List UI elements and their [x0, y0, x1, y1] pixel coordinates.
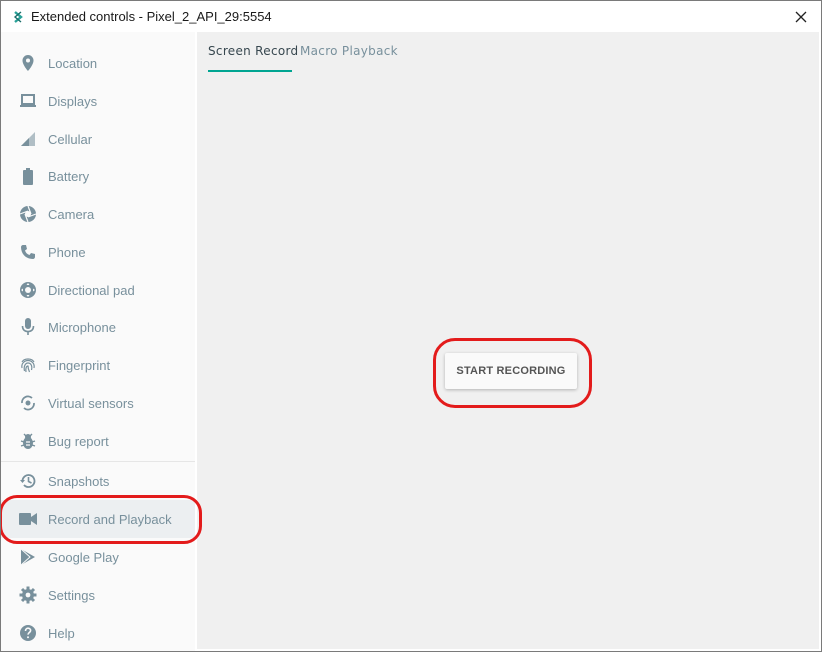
sidebar-item-label: Microphone	[48, 319, 116, 335]
google-play-icon	[19, 548, 37, 566]
virtual-sensors-icon	[19, 394, 37, 412]
sidebar-item-label: Directional pad	[48, 282, 135, 298]
sidebar-item-displays[interactable]: Displays	[1, 82, 195, 120]
sidebar-item-bug-report[interactable]: Bug report	[1, 422, 195, 460]
window-title: Extended controls - Pixel_2_API_29:5554	[31, 9, 272, 24]
dpad-icon	[19, 281, 37, 299]
sidebar-item-label: Snapshots	[48, 473, 110, 489]
sidebar-item-label: Displays	[48, 93, 98, 109]
help-icon	[19, 624, 37, 642]
sidebar-item-cellular[interactable]: Cellular	[1, 120, 195, 158]
history-icon	[19, 472, 37, 490]
sidebar-item-label: Settings	[48, 587, 95, 603]
close-icon	[795, 11, 807, 22]
display-icon	[19, 92, 37, 110]
tab-label: Screen Record	[208, 44, 299, 58]
sidebar-item-snapshots[interactable]: Snapshots	[1, 462, 195, 500]
sidebar-item-google-play[interactable]: Google Play	[1, 538, 195, 576]
sidebar: Location Displays Cellular Battery Camer	[1, 32, 195, 651]
bug-icon	[19, 432, 37, 450]
camera-aperture-icon	[19, 205, 37, 223]
video-camera-icon	[19, 510, 37, 528]
phone-icon	[19, 243, 37, 261]
sidebar-item-camera[interactable]: Camera	[1, 195, 195, 233]
record-playback-panel: Screen Record Macro Playback START RECOR…	[197, 32, 819, 649]
sidebar-item-label: Camera	[48, 206, 95, 222]
battery-icon	[19, 167, 37, 185]
start-recording-button[interactable]: START RECORDING	[445, 353, 577, 389]
active-tab-indicator	[208, 70, 292, 72]
sidebar-item-label: Cellular	[48, 131, 93, 147]
gear-icon	[19, 586, 37, 604]
sidebar-item-label: Battery	[48, 168, 90, 184]
sidebar-item-directional-pad[interactable]: Directional pad	[1, 271, 195, 309]
sidebar-item-fingerprint[interactable]: Fingerprint	[1, 346, 195, 384]
sidebar-item-location[interactable]: Location	[1, 44, 195, 82]
tab-macro-playback[interactable]: Macro Playback	[300, 44, 398, 74]
sidebar-item-label: Help	[48, 625, 75, 641]
fingerprint-icon	[19, 356, 37, 374]
tab-label: Macro Playback	[300, 44, 398, 58]
sidebar-item-virtual-sensors[interactable]: Virtual sensors	[1, 384, 195, 422]
sidebar-item-label: Google Play	[48, 549, 119, 565]
location-pin-icon	[19, 54, 37, 72]
close-button[interactable]	[781, 1, 821, 32]
sidebar-item-label: Location	[48, 55, 98, 71]
sidebar-item-label: Bug report	[48, 433, 109, 449]
sidebar-item-phone[interactable]: Phone	[1, 233, 195, 271]
sidebar-item-label: Phone	[48, 244, 86, 260]
sidebar-item-label: Fingerprint	[48, 357, 111, 373]
emulator-app-icon	[13, 10, 23, 23]
sidebar-item-settings[interactable]: Settings	[1, 576, 195, 614]
tab-screen-record[interactable]: Screen Record	[208, 44, 298, 74]
microphone-icon	[19, 318, 37, 336]
sidebar-item-battery[interactable]: Battery	[1, 157, 195, 195]
cellular-signal-icon	[19, 130, 37, 148]
extended-controls-window: Extended controls - Pixel_2_API_29:5554 …	[0, 0, 822, 652]
sidebar-item-microphone[interactable]: Microphone	[1, 308, 195, 346]
sidebar-item-label: Record and Playback	[48, 511, 172, 527]
sidebar-item-label: Virtual sensors	[48, 395, 134, 411]
sidebar-item-record-and-playback[interactable]: Record and Playback	[1, 500, 195, 538]
sidebar-item-help[interactable]: Help	[1, 614, 195, 651]
title-bar: Extended controls - Pixel_2_API_29:5554	[1, 1, 821, 32]
